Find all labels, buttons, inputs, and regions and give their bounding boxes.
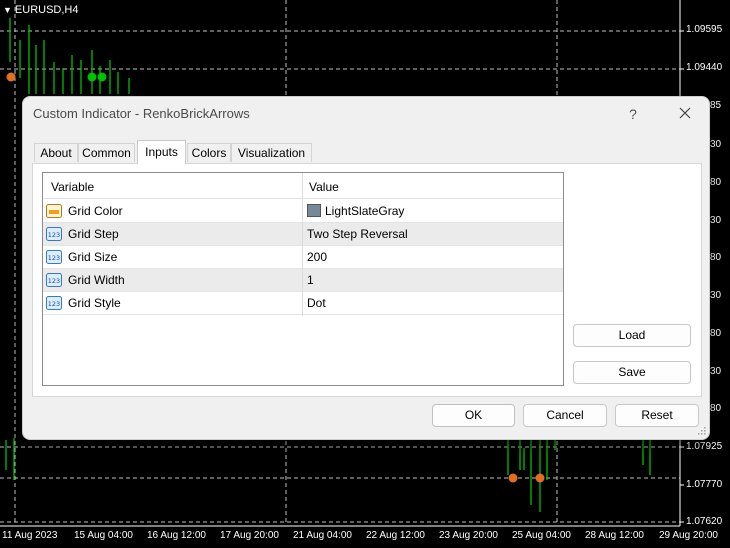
tab-visualization[interactable]: Visualization (231, 143, 312, 162)
price-label: 30 (710, 290, 722, 301)
inputs-grid[interactable]: Variable Value Grid Color LightSlateGray… (42, 172, 564, 386)
row-value[interactable]: 1 (307, 273, 314, 287)
time-label: 29 Aug 20:00 (659, 530, 718, 541)
table-row[interactable]: 123 Grid Step Two Step Reversal (43, 223, 563, 246)
row-variable: Grid Size (68, 250, 118, 264)
number-icon: 123 (46, 227, 62, 241)
row-value[interactable]: Dot (307, 296, 326, 310)
time-label: 15 Aug 04:00 (74, 530, 133, 541)
row-variable: Grid Width (68, 273, 125, 287)
time-label: 25 Aug 04:00 (512, 530, 571, 541)
time-label: 17 Aug 20:00 (220, 530, 279, 541)
ok-button[interactable]: OK (432, 404, 515, 427)
column-header-variable[interactable]: Variable (51, 180, 94, 194)
time-label: 28 Aug 12:00 (585, 530, 644, 541)
row-variable: Grid Step (68, 227, 119, 241)
close-button[interactable] (675, 103, 695, 123)
color-icon (46, 204, 62, 218)
table-row[interactable]: 123 Grid Width 1 (43, 269, 563, 292)
price-label: 1.07620 (686, 516, 723, 527)
price-label: 1.07925 (686, 441, 723, 452)
number-icon: 123 (46, 273, 62, 287)
time-label: 11 Aug 2023 (2, 530, 58, 541)
row-value[interactable]: LightSlateGray (325, 204, 404, 218)
svg-text:123: 123 (48, 300, 60, 308)
price-label: 30 (710, 215, 722, 226)
svg-text:123: 123 (48, 277, 60, 285)
time-label: 23 Aug 20:00 (439, 530, 498, 541)
dropdown-triangle-icon: ▼ (3, 5, 12, 15)
cancel-button[interactable]: Cancel (523, 404, 607, 427)
help-button[interactable]: ? (625, 105, 641, 123)
table-row[interactable]: 123 Grid Style Dot (43, 292, 563, 315)
price-label: 80 (710, 403, 722, 414)
chart-symbol-title: ▼ EURUSD,H4 (3, 4, 79, 16)
price-label: 85 (710, 100, 722, 111)
price-label: 1.07770 (686, 479, 723, 490)
tab-about[interactable]: About (34, 143, 78, 162)
tab-common[interactable]: Common (78, 143, 135, 162)
row-value[interactable]: 200 (307, 250, 327, 264)
price-label: 80 (710, 177, 722, 188)
row-value[interactable]: Two Step Reversal (307, 227, 408, 241)
number-icon: 123 (46, 250, 62, 264)
grid-header: Variable Value (43, 173, 563, 199)
price-label: 1.09440 (686, 62, 723, 73)
dialog-titlebar[interactable]: Custom Indicator - RenkoBrickArrows ? (23, 97, 709, 131)
reset-button[interactable]: Reset (615, 404, 699, 427)
price-label: 30 (710, 139, 722, 150)
row-variable: Grid Style (68, 296, 121, 310)
number-icon: 123 (46, 296, 62, 310)
close-icon (679, 107, 691, 119)
column-divider (302, 173, 303, 316)
color-swatch[interactable] (307, 204, 321, 217)
resize-grip-icon[interactable] (698, 427, 706, 435)
tab-colors[interactable]: Colors (187, 143, 231, 162)
column-header-value[interactable]: Value (309, 180, 339, 194)
table-row[interactable]: Grid Color LightSlateGray (43, 200, 563, 223)
tab-inputs[interactable]: Inputs (137, 140, 186, 164)
load-button[interactable]: Load (573, 324, 691, 347)
time-label: 22 Aug 12:00 (366, 530, 425, 541)
svg-text:123: 123 (48, 231, 60, 239)
time-label: 16 Aug 12:00 (147, 530, 206, 541)
price-label: 80 (710, 252, 722, 263)
row-variable: Grid Color (68, 204, 123, 218)
save-button[interactable]: Save (573, 361, 691, 384)
table-row[interactable]: 123 Grid Size 200 (43, 246, 563, 269)
time-label: 21 Aug 04:00 (293, 530, 352, 541)
price-label: 1.09595 (686, 24, 723, 35)
custom-indicator-dialog: Custom Indicator - RenkoBrickArrows ? Ab… (22, 96, 710, 440)
price-label: 80 (710, 328, 722, 339)
price-label: 30 (710, 366, 722, 377)
dialog-title: Custom Indicator - RenkoBrickArrows (33, 106, 250, 121)
svg-text:123: 123 (48, 254, 60, 262)
